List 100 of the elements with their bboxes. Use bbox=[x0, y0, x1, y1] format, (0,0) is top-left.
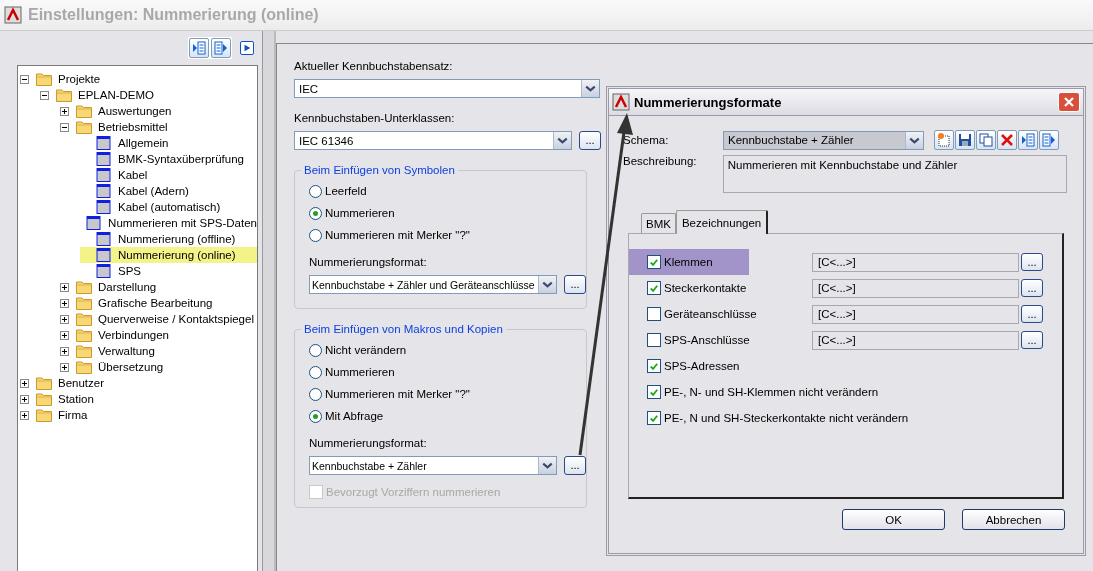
radio-button[interactable] bbox=[309, 343, 322, 357]
tree-item[interactable]: Nummerieren mit SPS-Daten bbox=[80, 215, 257, 231]
radio-option[interactable]: Nummerieren bbox=[309, 202, 395, 224]
dialog-button[interactable]: Abbrechen bbox=[962, 509, 1065, 530]
tree-item[interactable]: Projekte bbox=[20, 71, 257, 87]
browse-button[interactable]: ... bbox=[1021, 279, 1043, 297]
radio-option[interactable]: Nummerieren mit Merker "?" bbox=[309, 383, 470, 405]
move-left-icon[interactable] bbox=[1018, 130, 1038, 150]
format-field[interactable]: [C<...>] bbox=[812, 278, 1019, 298]
browse-button[interactable]: ... bbox=[1021, 305, 1043, 323]
expand-icon[interactable] bbox=[60, 314, 69, 324]
tree-item[interactable]: Darstellung bbox=[60, 279, 257, 295]
checkbox[interactable] bbox=[647, 359, 661, 373]
checkbox[interactable] bbox=[647, 255, 661, 269]
expand-icon[interactable] bbox=[60, 106, 69, 116]
new-icon[interactable] bbox=[934, 130, 954, 150]
browse-button[interactable]: ... bbox=[579, 131, 601, 150]
expand-icon[interactable] bbox=[60, 298, 69, 308]
radio-button[interactable] bbox=[309, 184, 322, 198]
tab[interactable]: Bezeichnungen bbox=[675, 210, 769, 234]
tree-item[interactable]: SPS bbox=[80, 263, 257, 279]
tree-item[interactable]: Auswertungen bbox=[60, 103, 257, 119]
expand-icon[interactable] bbox=[60, 282, 69, 292]
checkbox-option[interactable]: PE-, N und SH-Steckerkontakte nicht verändern bbox=[629, 405, 911, 431]
checkbox-option[interactable]: SPS-Adressen bbox=[629, 353, 749, 379]
tree-item[interactable]: Verwaltung bbox=[60, 343, 257, 359]
radio-button[interactable] bbox=[309, 206, 322, 220]
tab[interactable]: BMK bbox=[641, 213, 676, 233]
radio-option[interactable]: Mit Abfrage bbox=[309, 405, 384, 427]
browse-button[interactable]: ... bbox=[1021, 331, 1043, 349]
radio-button[interactable] bbox=[309, 387, 322, 401]
format-field[interactable]: [C<...>] bbox=[812, 304, 1019, 324]
radio-button[interactable] bbox=[309, 409, 322, 423]
checkbox-option[interactable]: Geräteanschlüsse bbox=[629, 301, 759, 327]
tree-item[interactable]: Kabel bbox=[80, 167, 257, 183]
tree-item[interactable]: EPLAN-DEMO bbox=[40, 87, 257, 103]
expand-icon[interactable] bbox=[20, 394, 29, 404]
checkbox[interactable] bbox=[647, 385, 661, 399]
move-right-icon[interactable] bbox=[211, 38, 231, 58]
browse-button[interactable]: ... bbox=[564, 456, 586, 475]
browse-button[interactable]: ... bbox=[564, 275, 586, 294]
tree-item[interactable]: Kabel (Adern) bbox=[80, 183, 257, 199]
delete-icon[interactable] bbox=[997, 130, 1017, 150]
checkbox[interactable] bbox=[647, 281, 661, 295]
expand-icon[interactable] bbox=[20, 378, 29, 388]
format-field[interactable]: [C<...>] bbox=[812, 252, 1019, 272]
tree-item[interactable]: Station bbox=[20, 391, 257, 407]
tree-item[interactable]: Betriebsmittel bbox=[60, 119, 257, 135]
checkbox[interactable] bbox=[647, 333, 661, 347]
expand-icon[interactable] bbox=[60, 362, 69, 372]
tree-item[interactable]: Nummerierung (offline) bbox=[80, 231, 257, 247]
page-icon bbox=[96, 200, 112, 214]
radio-button[interactable] bbox=[309, 365, 322, 379]
radio-option[interactable]: Nicht verändern bbox=[309, 339, 407, 361]
dropdown[interactable]: Kennbuchstabe + Zähler bbox=[309, 456, 557, 475]
checkbox-option[interactable]: SPS-Anschlüsse bbox=[629, 327, 752, 353]
dropdown[interactable]: IEC bbox=[294, 79, 600, 98]
tree-item[interactable]: Firma bbox=[20, 407, 257, 423]
checkbox[interactable] bbox=[647, 307, 661, 321]
radio-option[interactable]: Nummerieren mit Merker "?" bbox=[309, 224, 470, 246]
expand-icon[interactable] bbox=[60, 330, 69, 340]
tree-item[interactable]: Allgemein bbox=[80, 135, 257, 151]
move-left-icon[interactable] bbox=[189, 38, 209, 58]
page-icon bbox=[96, 168, 112, 182]
browse-button[interactable]: ... bbox=[1021, 253, 1043, 271]
tree-item[interactable]: Querverweise / Kontaktspiegel bbox=[60, 311, 257, 327]
tree-item[interactable]: BMK-Syntaxüberprüfung bbox=[80, 151, 257, 167]
folder-icon bbox=[76, 328, 92, 342]
tree-item[interactable]: Übersetzung bbox=[60, 359, 257, 375]
radio-option[interactable]: Leerfeld bbox=[309, 180, 367, 202]
checkbox-option[interactable]: Steckerkontakte bbox=[629, 275, 749, 301]
checkbox-label: Bevorzugt Vorziffern nummerieren bbox=[326, 486, 501, 498]
collapse-icon[interactable] bbox=[20, 74, 29, 84]
move-right-icon[interactable] bbox=[1039, 130, 1059, 150]
folder-icon bbox=[76, 312, 92, 326]
collapse-icon[interactable] bbox=[60, 122, 69, 132]
checkbox-option[interactable]: PE-, N- und SH-Klemmen nicht verändern bbox=[629, 379, 881, 405]
expand-icon[interactable] bbox=[60, 346, 69, 356]
dropdown[interactable]: Kennbuchstabe + Zähler und Geräteanschlüsse bbox=[309, 275, 557, 294]
radio-option[interactable]: Nummerieren bbox=[309, 361, 395, 383]
tree-item[interactable]: Nummerierung (online) bbox=[80, 247, 257, 263]
description-field[interactable]: Nummerieren mit Kennbuchstabe und Zähler bbox=[722, 155, 1067, 193]
tree-item[interactable]: Kabel (automatisch) bbox=[80, 199, 257, 215]
checkbox[interactable] bbox=[647, 411, 661, 425]
tree-item[interactable]: Benutzer bbox=[20, 375, 257, 391]
dialog-button[interactable]: OK bbox=[842, 509, 945, 530]
collapse-icon[interactable] bbox=[40, 90, 49, 100]
tree-item[interactable]: Grafische Bearbeitung bbox=[60, 295, 257, 311]
dropdown[interactable]: IEC 61346 bbox=[294, 131, 572, 150]
radio-button[interactable] bbox=[309, 228, 322, 242]
copy-icon[interactable] bbox=[976, 130, 996, 150]
dropdown[interactable]: Kennbuchstabe + Zähler bbox=[723, 130, 924, 150]
format-field[interactable]: [C<...>] bbox=[812, 330, 1019, 350]
tree-item[interactable]: Verbindungen bbox=[60, 327, 257, 343]
folder-icon bbox=[76, 360, 92, 374]
play-icon[interactable] bbox=[240, 41, 254, 55]
expand-icon[interactable] bbox=[20, 410, 29, 420]
checkbox-option[interactable]: Klemmen bbox=[629, 249, 749, 275]
close-button[interactable] bbox=[1058, 92, 1080, 112]
save-icon[interactable] bbox=[955, 130, 975, 150]
